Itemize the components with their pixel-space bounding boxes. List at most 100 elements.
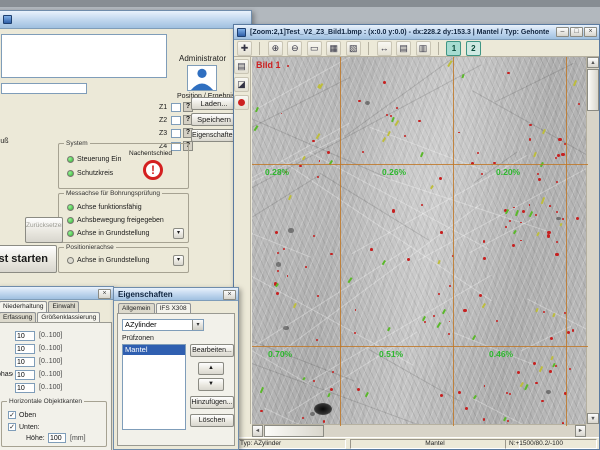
- zoom-out-icon[interactable]: ⊖: [287, 41, 302, 56]
- unten-checkbox[interactable]: ✓: [8, 423, 16, 431]
- pore-marker-red: [549, 205, 551, 207]
- minimize-icon[interactable]: –: [556, 27, 569, 37]
- pore-marker-red: [319, 160, 321, 162]
- pruefzonen-listbox[interactable]: Mantel: [122, 344, 186, 430]
- streak-marker: [255, 107, 258, 112]
- pore-marker-red: [463, 309, 466, 312]
- positionier-grundstellung-led-radio[interactable]: [67, 257, 74, 264]
- pore-marker-red: [572, 329, 575, 332]
- save-icon[interactable]: ▦: [326, 41, 341, 56]
- measure-icon[interactable]: ↔: [377, 41, 392, 56]
- save-button[interactable]: Speichern: [191, 113, 237, 126]
- param-input[interactable]: [15, 370, 35, 380]
- status-type: Typ: AZylinder: [236, 439, 346, 449]
- pore-marker-red: [465, 407, 468, 410]
- zoom-fit-icon[interactable]: ▭: [307, 41, 322, 56]
- horizontal-scrollbar[interactable]: ◄ ►: [252, 424, 586, 437]
- streak-marker: [436, 322, 440, 327]
- move-up-button[interactable]: ▲: [198, 362, 224, 375]
- pore-marker-red: [512, 244, 515, 247]
- vertical-scrollbar[interactable]: ▲ ▼: [586, 57, 599, 424]
- param-input[interactable]: [15, 357, 35, 367]
- tab-einwahl[interactable]: Einwahl: [48, 301, 79, 312]
- hoehe-label: Höhe:: [26, 435, 45, 443]
- pore-marker-red: [562, 218, 564, 220]
- chevron-down-icon[interactable]: ▾: [192, 320, 203, 330]
- streak-marker: [275, 283, 278, 287]
- dark-spot: [283, 326, 289, 331]
- oben-checkbox[interactable]: ✓: [8, 411, 16, 419]
- streak-marker: [388, 327, 391, 331]
- achsbewegung-led-radio[interactable]: [67, 217, 74, 224]
- pore-marker-red: [316, 339, 318, 341]
- achse-funktion-led-radio[interactable]: [67, 204, 74, 211]
- pruefgruppe-combobox[interactable]: AZylinder ▾: [122, 319, 204, 331]
- scroll-left-icon[interactable]: ◄: [252, 425, 263, 437]
- tab-niederhaltung[interactable]: Niederhaltung: [0, 301, 47, 312]
- copy-icon[interactable]: ▧: [346, 41, 361, 56]
- scroll-right-icon[interactable]: ►: [575, 425, 586, 437]
- grundstellung-led-radio[interactable]: [67, 230, 74, 237]
- image-icon[interactable]: ▤: [234, 59, 249, 74]
- param-input[interactable]: [15, 344, 35, 354]
- param-range: [0..100]: [39, 384, 62, 392]
- pore-marker-red: [556, 241, 558, 243]
- pore-marker-red: [537, 173, 539, 175]
- streak-marker: [438, 259, 441, 264]
- params-close-icon[interactable]: ×: [98, 289, 111, 299]
- move-down-button[interactable]: ▼: [198, 378, 224, 391]
- close-icon[interactable]: ×: [584, 27, 597, 37]
- list-item-mantel[interactable]: Mantel: [123, 345, 185, 355]
- load-button[interactable]: Laden...: [191, 97, 237, 110]
- grundstellung-button[interactable]: ▾: [173, 228, 184, 239]
- eigenschaften-dialog: Eigenschaften × Allgemein IFS X308 AZyli…: [113, 287, 239, 450]
- scroll-down-icon[interactable]: ▼: [587, 413, 599, 424]
- schutzkreis-led-radio[interactable]: [67, 170, 74, 177]
- zone-percentage: 0.20%: [496, 167, 520, 177]
- eigenschaften-close-icon[interactable]: ×: [223, 290, 236, 300]
- surface-canvas[interactable]: Bild 1 0.28% 0.26% 0.20% 0.70% 0.51% 0.4…: [252, 57, 588, 426]
- pore-marker-red: [448, 333, 450, 335]
- vertical-scroll-thumb[interactable]: [587, 69, 599, 111]
- streak-marker: [328, 392, 331, 396]
- nachentschied-warning-icon[interactable]: !: [143, 160, 163, 180]
- scroll-up-icon[interactable]: ▲: [587, 57, 599, 68]
- pore-marker-red: [390, 115, 392, 117]
- maximize-icon[interactable]: □: [570, 27, 583, 37]
- main-window-titlebar[interactable]: [0, 11, 251, 29]
- streak-marker: [473, 395, 476, 399]
- zone-percentage: 0.46%: [489, 349, 513, 359]
- nachentschied-label: Nachentschied: [129, 150, 172, 158]
- layers-icon[interactable]: ▥: [416, 41, 431, 56]
- zone-percentage: 0.51%: [379, 349, 403, 359]
- edit-button[interactable]: Bearbeiten...: [190, 344, 234, 357]
- param-input[interactable]: [15, 383, 35, 393]
- pore-marker-red: [556, 211, 558, 213]
- horizontal-scroll-thumb[interactable]: [264, 425, 324, 437]
- streak-marker: [387, 131, 390, 136]
- start-button[interactable]: Test starten: [0, 245, 57, 273]
- record-button[interactable]: [234, 95, 249, 110]
- steuerung-led-radio[interactable]: [67, 156, 74, 163]
- grid-icon[interactable]: ▤: [396, 41, 411, 56]
- image-2-toggle[interactable]: 2: [466, 41, 481, 56]
- pan-icon[interactable]: ✚: [237, 41, 252, 56]
- pore-marker-red: [362, 151, 364, 153]
- reset-button[interactable]: Zurücksetzen: [25, 217, 63, 243]
- params-window-titlebar[interactable]: ×: [0, 287, 113, 300]
- pore-marker-red: [355, 309, 357, 311]
- hoehe-input[interactable]: [48, 433, 66, 443]
- image-1-toggle[interactable]: 1: [446, 41, 461, 56]
- positionier-button[interactable]: ▾: [173, 255, 184, 266]
- zoom-in-icon[interactable]: ⊕: [268, 41, 283, 56]
- pore-marker-red: [533, 362, 536, 365]
- pore-marker-red: [370, 248, 373, 251]
- param-input[interactable]: [15, 331, 35, 341]
- add-button[interactable]: Hinzufügen...: [190, 396, 234, 409]
- eigenschaften-titlebar[interactable]: Eigenschaften ×: [114, 288, 238, 301]
- scrollbar-corner: [586, 424, 599, 437]
- image-window-titlebar[interactable]: [Zoom:2,1]Test_V2_Z3_Bild1.bmp : (x:0.0 …: [234, 25, 599, 40]
- overlay-icon[interactable]: ◪: [234, 77, 249, 92]
- delete-button[interactable]: Löschen: [190, 414, 234, 427]
- properties-button[interactable]: Eigenschaften...: [191, 129, 237, 142]
